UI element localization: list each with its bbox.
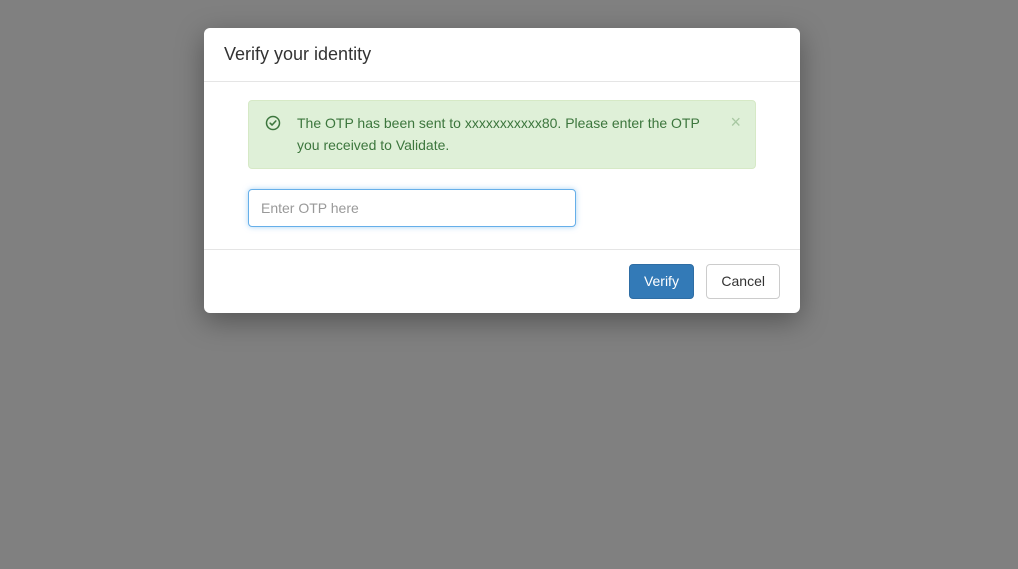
modal-body: The OTP has been sent to xxxxxxxxxxx80. …: [204, 82, 800, 250]
verify-identity-modal: Verify your identity The OTP has been se…: [204, 28, 800, 313]
cancel-button[interactable]: Cancel: [706, 264, 780, 299]
alert-message: The OTP has been sent to xxxxxxxxxxx80. …: [297, 113, 719, 156]
verify-button[interactable]: Verify: [629, 264, 694, 299]
modal-footer: Verify Cancel: [204, 250, 800, 313]
success-alert: The OTP has been sent to xxxxxxxxxxx80. …: [248, 100, 756, 169]
close-icon[interactable]: ×: [726, 111, 745, 133]
check-circle-icon: [265, 115, 281, 131]
modal-header: Verify your identity: [204, 28, 800, 82]
modal-title: Verify your identity: [224, 44, 780, 65]
otp-input[interactable]: [248, 189, 576, 227]
